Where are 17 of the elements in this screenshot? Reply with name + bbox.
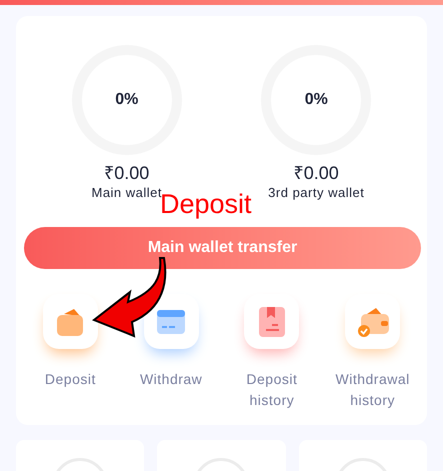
action-label: Withdrawal history (334, 370, 411, 410)
wallet-amount: ₹0.00 (294, 162, 339, 184)
card-icon (155, 308, 188, 336)
percent-text: 0% (304, 90, 328, 110)
document-icon (258, 306, 286, 338)
wallet-label: 3rd party wallet (268, 184, 364, 202)
percent-text: 0% (115, 90, 138, 110)
action-label: Deposit history (245, 370, 298, 410)
action-button[interactable]: Deposit history (222, 294, 322, 411)
action-button[interactable]: Withdrawal history (322, 294, 423, 411)
wallet-amount: ₹0.00 (104, 162, 150, 184)
annotation-text: Deposit (160, 189, 252, 220)
action-label: Withdraw (138, 370, 204, 389)
transfer-button[interactable]: Main wallet transfer (24, 227, 421, 269)
wallet-check-icon (356, 306, 390, 338)
wallet-label: Main wallet (91, 184, 162, 200)
action-label: Deposit (44, 370, 97, 389)
